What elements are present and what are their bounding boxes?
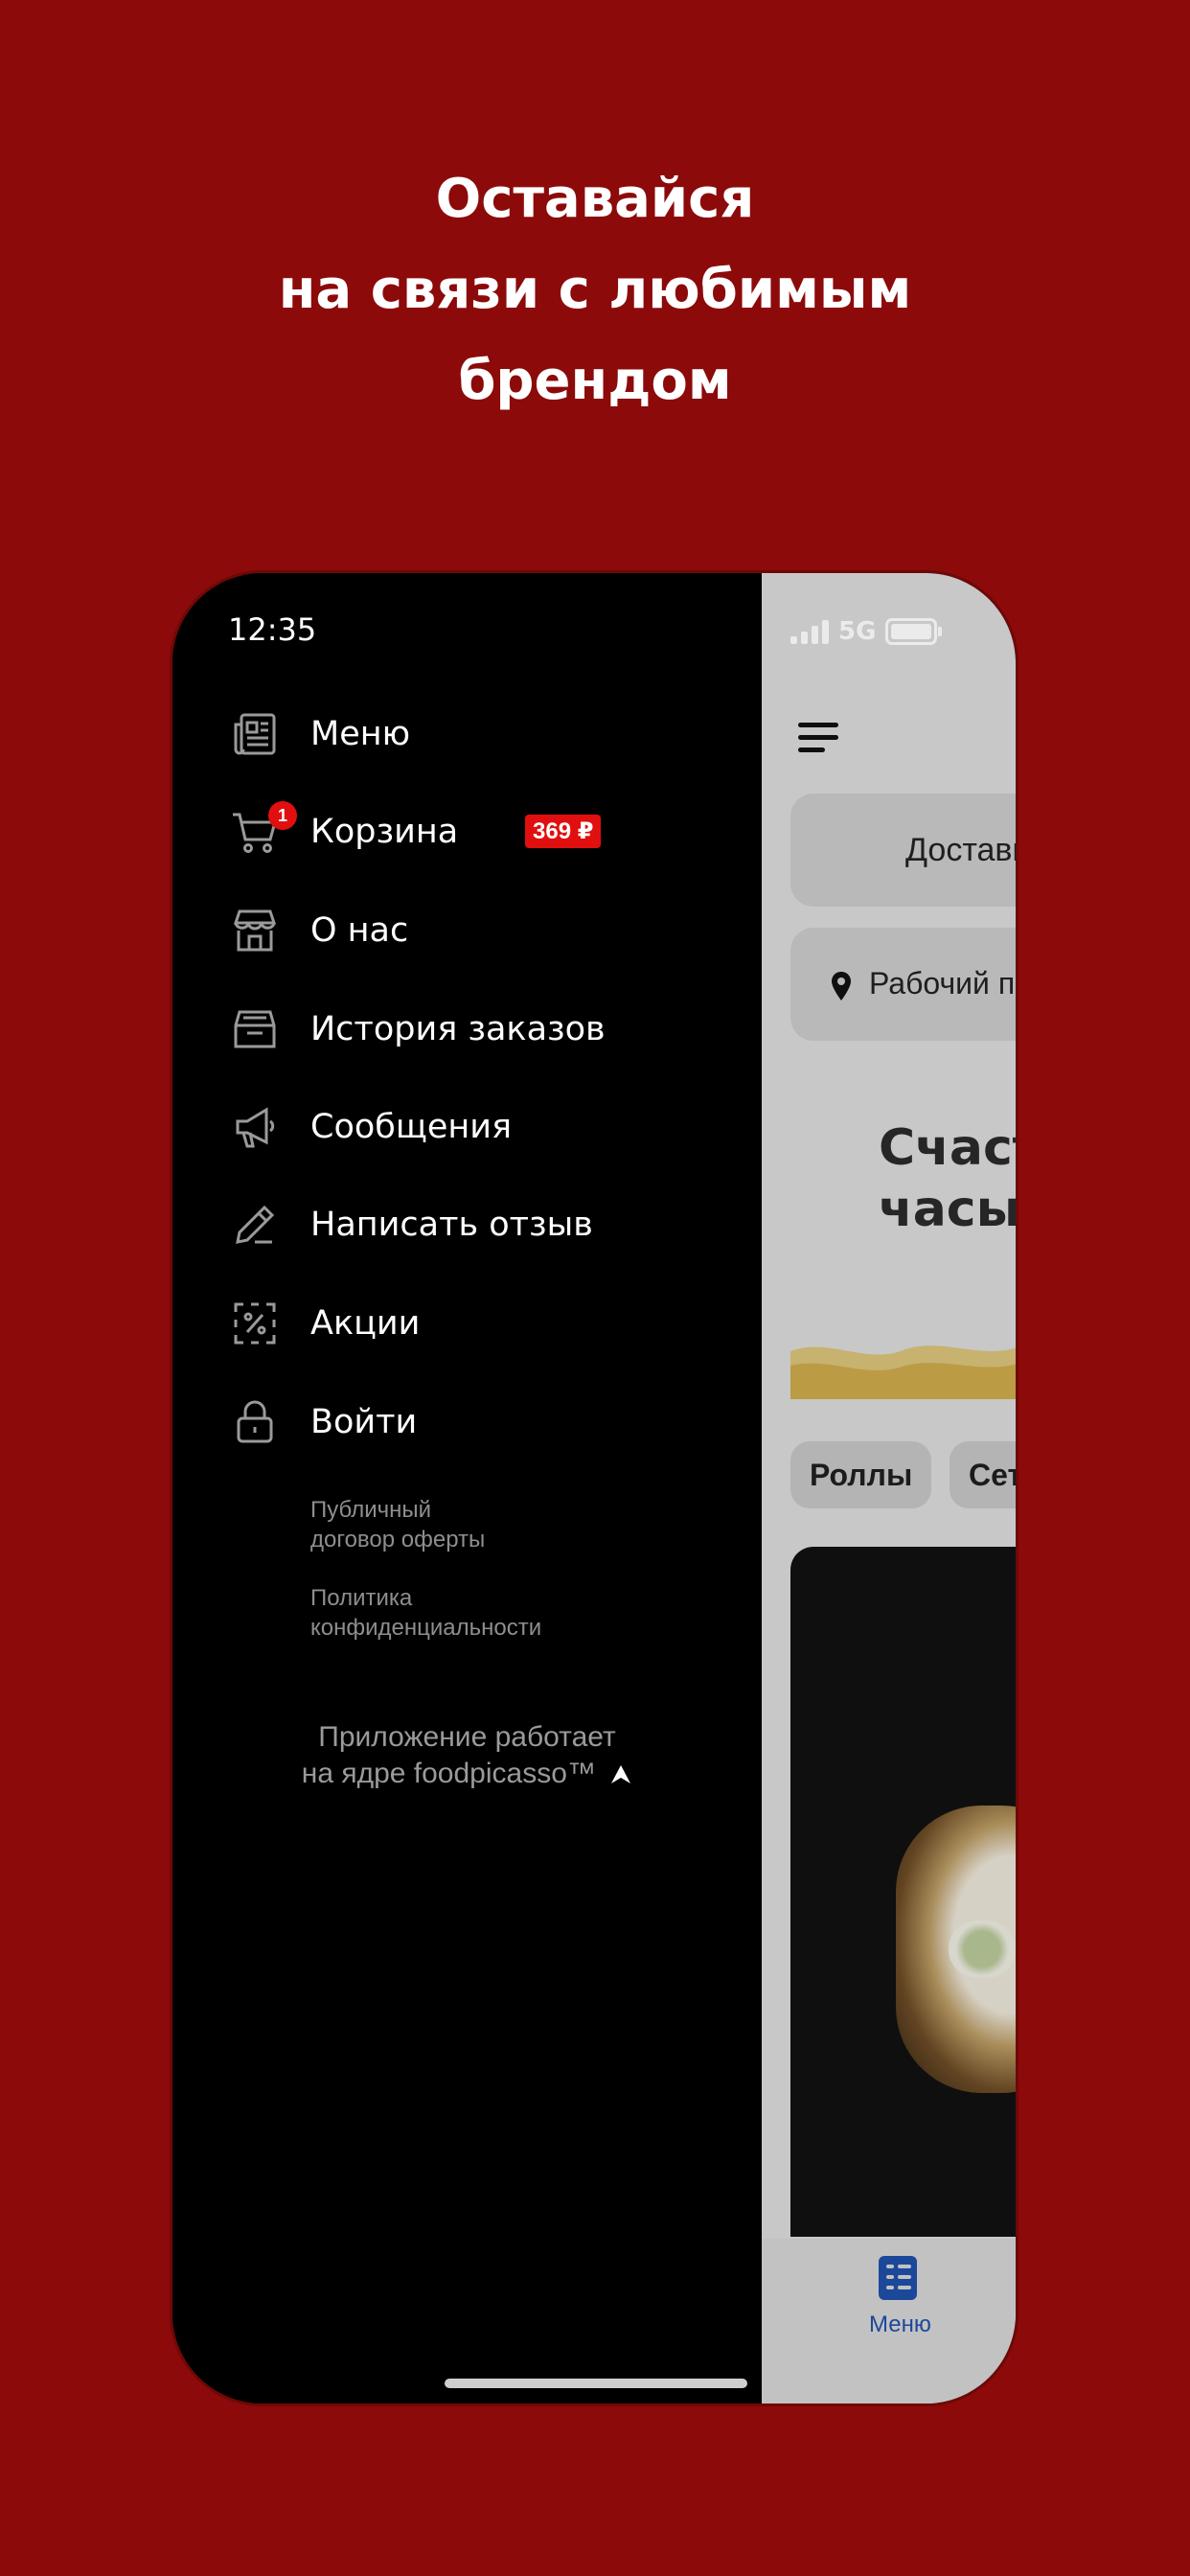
- powered-by-line-2: на ядре foodpicasso™: [301, 1758, 596, 1789]
- store-icon: [230, 906, 280, 955]
- drawer-item-label: О нас: [310, 911, 409, 950]
- powered-by: Приложение работает на ядре foodpicasso™: [172, 1719, 762, 1792]
- drawer-item-order-history[interactable]: История заказов: [230, 1002, 606, 1056]
- public-offer-link[interactable]: Публичный договор оферты: [310, 1495, 485, 1554]
- drawer-item-messages[interactable]: Сообщения: [230, 1100, 512, 1154]
- drawer-item-cart[interactable]: 1 Корзина 369 ₽: [230, 801, 602, 859]
- discount-icon: [230, 1299, 280, 1348]
- headline-line-3: брендом: [458, 350, 732, 412]
- public-offer-line-1: Публичный: [310, 1497, 432, 1523]
- powered-by-line-1: Приложение работает: [318, 1721, 616, 1753]
- cart-count-badge: 1: [268, 801, 297, 830]
- lock-icon: [230, 1397, 280, 1447]
- drawer-item-promotions[interactable]: Акции: [230, 1297, 420, 1350]
- phone-frame: 5G Доставка Рабочий поселок Счастливые ч…: [172, 573, 1016, 2404]
- cart-icon: 1: [230, 801, 297, 857]
- drawer-item-label: Акции: [310, 1304, 421, 1343]
- pencil-icon: [230, 1200, 280, 1250]
- drawer-item-menu[interactable]: Меню: [230, 707, 410, 761]
- privacy-policy-link[interactable]: Политика конфиденциальности: [310, 1583, 541, 1643]
- drawer-item-login[interactable]: Войти: [230, 1395, 417, 1449]
- drawer-item-label: История заказов: [310, 1010, 606, 1048]
- public-offer-line-2: договор оферты: [310, 1527, 486, 1552]
- home-indicator[interactable]: [445, 2379, 747, 2388]
- drawer-item-about[interactable]: О нас: [230, 904, 408, 957]
- headline-line-1: Оставайся: [435, 168, 755, 230]
- drawer-item-write-review[interactable]: Написать отзыв: [230, 1198, 593, 1252]
- side-drawer: 12:35 Меню 1 Корзина 369 ₽ О нас История…: [172, 573, 762, 2404]
- status-time: 12:35: [228, 611, 317, 648]
- privacy-line-1: Политика: [310, 1585, 413, 1611]
- archive-icon: [230, 1004, 280, 1054]
- app-dim-overlay[interactable]: [762, 573, 1016, 2404]
- newspaper-icon: [230, 709, 280, 759]
- headline-line-2: на связи с любимым: [278, 259, 912, 321]
- foodpicasso-logo-icon: [611, 1765, 631, 1784]
- megaphone-icon: [230, 1102, 280, 1152]
- drawer-item-label: Меню: [310, 715, 411, 753]
- drawer-item-label: Сообщения: [310, 1108, 513, 1146]
- headline: Оставайся на связи с любимым брендом: [0, 153, 1190, 426]
- cart-total-badge: 369 ₽: [525, 815, 602, 848]
- privacy-line-2: конфиденциальности: [310, 1615, 542, 1641]
- drawer-item-label: Корзина: [310, 813, 459, 851]
- drawer-item-label: Войти: [310, 1403, 418, 1441]
- drawer-item-label: Написать отзыв: [310, 1206, 593, 1244]
